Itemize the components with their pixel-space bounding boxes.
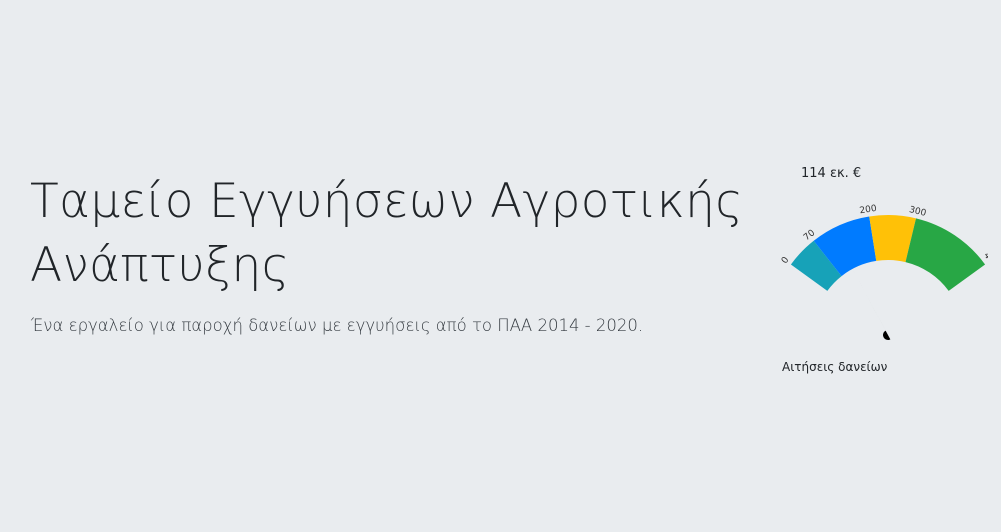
page-lead: Ένα εργαλείο για παροχή δανείων με εγγυή… (31, 316, 644, 335)
gauge-chart: 070200 300480 (780, 204, 988, 340)
gauge-tick-label: 300 (908, 205, 927, 219)
gauge-caption: Αιτήσεις δανείων (782, 360, 888, 374)
gauge-tick-label: 200 (859, 204, 878, 217)
gauge-band-3 (905, 218, 986, 291)
loan-gauge: 114 εκ. € 0 70 200 300 480 Αιτήσεις δανείων (778, 160, 988, 390)
page-title: Ταμείο Εγγυήσεων Αγροτικής Ανάπτυξης (30, 174, 744, 293)
gauge-tick-label: 0 (780, 255, 792, 266)
